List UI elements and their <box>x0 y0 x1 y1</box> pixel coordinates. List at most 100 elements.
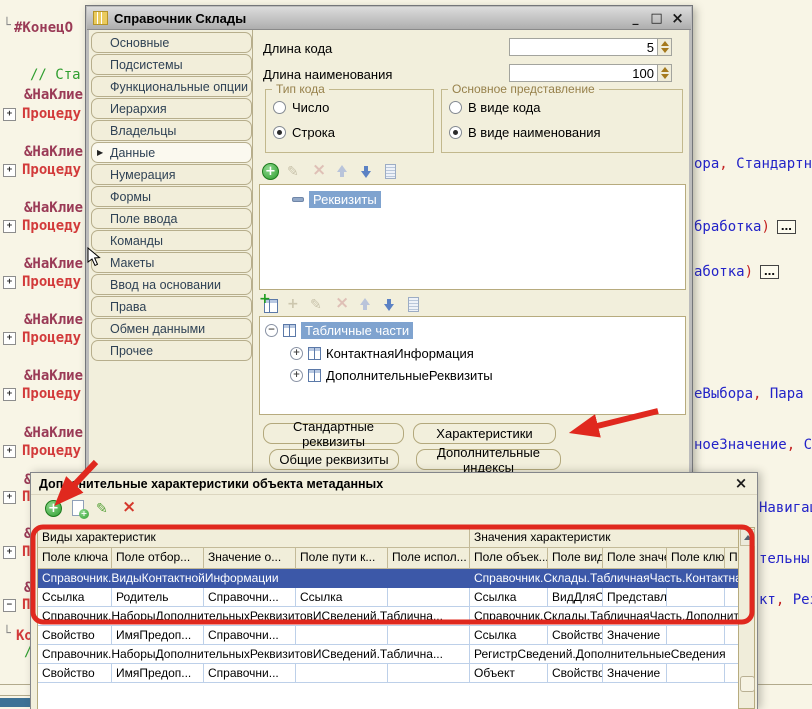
table-cell[interactable] <box>388 664 470 683</box>
attributes-tree[interactable]: Реквизиты <box>259 184 686 290</box>
fold-plus-icon[interactable] <box>3 546 16 559</box>
tree-item-label[interactable]: Реквизиты <box>309 191 381 208</box>
collapsed-code-icon[interactable]: … <box>777 220 796 234</box>
close-icon[interactable] <box>670 11 685 26</box>
tab-прочее[interactable]: Прочее <box>91 340 252 361</box>
fold-plus-icon[interactable] <box>3 164 16 177</box>
column-header[interactable]: Поле ключа <box>38 548 112 568</box>
stepper-up-icon[interactable] <box>661 67 669 72</box>
table-row[interactable]: Справочник.НаборыДополнительныхРеквизито… <box>38 645 738 664</box>
table-cell[interactable]: Объект <box>470 664 548 683</box>
column-header[interactable]: Поле испол... <box>388 548 470 568</box>
tabular-sections-tree[interactable]: − Табличные части +КонтактнаяИнформация+… <box>259 316 686 415</box>
table-cell[interactable]: Свойство <box>548 626 603 645</box>
close-icon[interactable] <box>733 476 749 492</box>
tree-item-label[interactable]: ДополнительныеРеквизиты <box>326 368 493 383</box>
column-header[interactable]: Поле вида <box>548 548 603 568</box>
table-cell[interactable]: Ссылка <box>470 626 548 645</box>
table-cell[interactable]: ИмяПредоп... <box>112 664 204 683</box>
name-length-stepper[interactable] <box>657 64 672 82</box>
tree-item-tabular-root[interactable]: − Табличные части <box>265 322 413 339</box>
table-row[interactable]: СвойствоИмяПредоп...Справочни...СсылкаСв… <box>38 626 738 645</box>
fold-plus-icon[interactable] <box>3 108 16 121</box>
fold-minus-icon[interactable] <box>3 599 16 612</box>
table-cell[interactable]: Справочни... <box>204 626 296 645</box>
window-titlebar[interactable]: Справочник Склады <box>87 7 691 30</box>
column-header[interactable]: Поле отбор... <box>112 548 204 568</box>
tree-item-контактнаяинформация[interactable]: +КонтактнаяИнформация <box>290 346 474 361</box>
section-path-values[interactable]: Справочник.Склады.ТабличнаяЧасть.Дополни… <box>470 607 738 626</box>
table-cell[interactable]: Значение <box>603 626 667 645</box>
table-cell[interactable]: ИмяПредоп... <box>112 626 204 645</box>
collapse-icon[interactable] <box>292 197 304 202</box>
table-cell[interactable]: Ссылка <box>38 588 112 607</box>
table-cell[interactable] <box>388 626 470 645</box>
table-cell[interactable]: Свойство <box>548 664 603 683</box>
tab-макеты[interactable]: Макеты <box>91 252 252 273</box>
collapse-icon[interactable]: − <box>265 324 278 337</box>
table-cell[interactable]: Справочни... <box>204 664 296 683</box>
button-характеристики[interactable]: Характеристики <box>413 423 556 444</box>
add-table-icon[interactable] <box>261 296 278 313</box>
code-length-input[interactable] <box>509 38 658 56</box>
expand-icon[interactable]: + <box>290 369 303 382</box>
table-cell[interactable]: Ссылка <box>470 588 548 607</box>
delete-icon[interactable] <box>120 500 137 517</box>
add-icon[interactable] <box>45 500 62 517</box>
table-cell[interactable] <box>667 626 725 645</box>
table-cell[interactable] <box>725 664 738 683</box>
edit-icon[interactable] <box>95 500 112 517</box>
fold-plus-icon[interactable] <box>3 388 16 401</box>
tab-подсистемы[interactable]: Подсистемы <box>91 54 252 75</box>
radio-off-icon[interactable] <box>449 101 462 114</box>
tree-item-label[interactable]: Табличные части <box>301 322 413 339</box>
stepper-up-icon[interactable] <box>661 41 669 46</box>
column-header[interactable]: Поле значе... <box>603 548 667 568</box>
fold-plus-icon[interactable] <box>3 445 16 458</box>
column-header[interactable]: П <box>725 548 738 568</box>
table-cell[interactable] <box>296 664 388 683</box>
radio-on-icon[interactable] <box>449 126 462 139</box>
stepper-down-icon[interactable] <box>661 74 669 79</box>
table-cell[interactable]: Родитель <box>112 588 204 607</box>
table-cell[interactable] <box>667 664 725 683</box>
column-header[interactable]: Поле пути к... <box>296 548 388 568</box>
minimize-icon[interactable] <box>628 11 643 26</box>
table-row[interactable]: СвойствоИмяПредоп...Справочни...ОбъектСв… <box>38 664 738 683</box>
table-cell[interactable]: Свойство <box>38 664 112 683</box>
move-down-icon[interactable] <box>381 296 398 313</box>
tab-формы[interactable]: Формы <box>91 186 252 207</box>
section-path-kinds[interactable]: Справочник.НаборыДополнительныхРеквизито… <box>38 645 470 664</box>
section-path-kinds[interactable]: Справочник.НаборыДополнительныхРеквизито… <box>38 607 470 626</box>
section-path-kinds[interactable]: Справочник.ВидыКонтактнойИнформации <box>38 569 470 588</box>
tab-команды[interactable]: Команды <box>91 230 252 251</box>
table-cell[interactable] <box>296 626 388 645</box>
tab-основные[interactable]: Основные <box>91 32 252 53</box>
tab-функциональные-опции[interactable]: Функциональные опции <box>91 76 252 97</box>
column-header[interactable]: Поле объек... <box>470 548 548 568</box>
tab-иерархия[interactable]: Иерархия <box>91 98 252 119</box>
table-cell[interactable] <box>667 588 725 607</box>
table-cell[interactable]: Свойство <box>38 626 112 645</box>
fold-plus-icon[interactable] <box>3 332 16 345</box>
tab-права[interactable]: Права <box>91 296 252 317</box>
tree-item-attributes-root[interactable]: Реквизиты <box>292 191 381 208</box>
table-cell[interactable]: Представле... <box>603 588 667 607</box>
table-cell[interactable] <box>388 588 470 607</box>
scrollbar-thumb[interactable] <box>740 676 755 692</box>
table-row[interactable]: СсылкаРодительСправочни...СсылкаСсылкаВи… <box>38 588 738 607</box>
table-scrollbar[interactable] <box>738 527 755 709</box>
table-cell[interactable] <box>725 626 738 645</box>
tab-ввод-на-основании[interactable]: Ввод на основании <box>91 274 252 295</box>
maximize-icon[interactable] <box>649 11 664 26</box>
add-icon[interactable] <box>262 163 279 180</box>
section-path-values[interactable]: РегистрСведений.ДополнительныеСведения <box>470 645 738 664</box>
column-header[interactable]: Поле ключа... <box>667 548 725 568</box>
expand-icon[interactable]: + <box>290 347 303 360</box>
tab-нумерация[interactable]: Нумерация <box>91 164 252 185</box>
tab-обмен-данными[interactable]: Обмен данными <box>91 318 252 339</box>
section-path-values[interactable]: Справочник.Склады.ТабличнаяЧасть.Контакт… <box>470 569 738 588</box>
tab-данные[interactable]: Данные <box>91 142 252 163</box>
stepper-down-icon[interactable] <box>661 48 669 53</box>
table-row[interactable]: Справочник.ВидыКонтактнойИнформацииСправ… <box>38 569 738 588</box>
